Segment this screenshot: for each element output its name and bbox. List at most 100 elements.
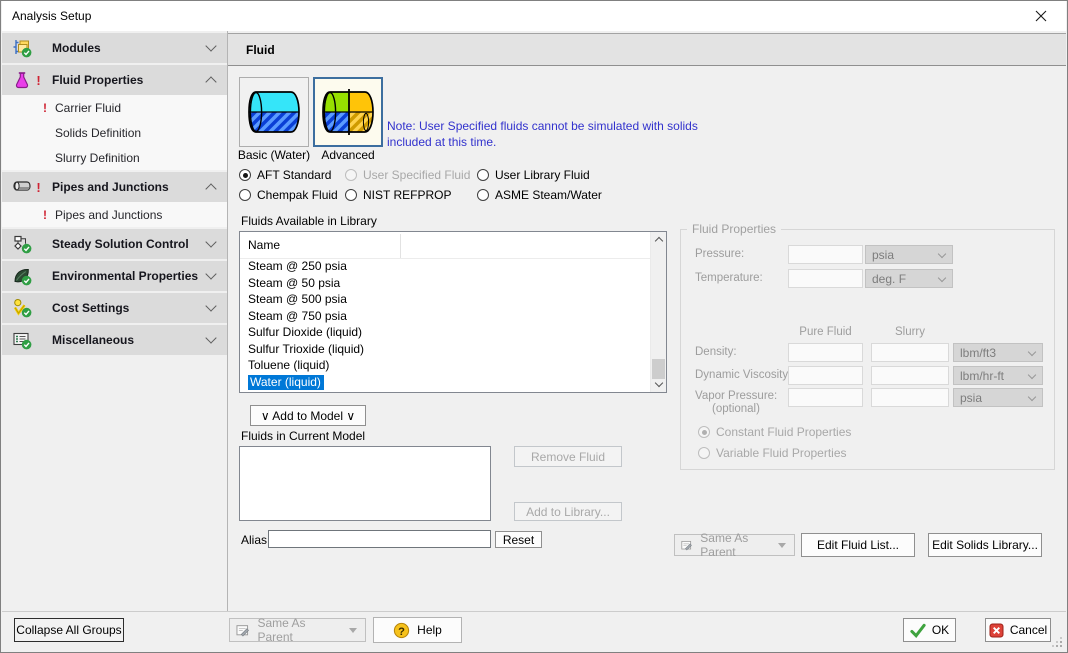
chevron-down-icon: [205, 268, 216, 279]
resize-grip[interactable]: [1060, 645, 1062, 647]
alias-input[interactable]: [268, 530, 491, 548]
list-header-name[interactable]: Name: [240, 232, 666, 258]
unit-value: psia: [960, 391, 982, 405]
chevron-down-icon: [205, 332, 216, 343]
scroll-thumb[interactable]: [652, 359, 665, 379]
density-pure-input[interactable]: [788, 343, 863, 362]
help-button[interactable]: ? Help: [373, 617, 462, 643]
vapor-unit-select[interactable]: psia: [953, 388, 1043, 407]
ok-button[interactable]: OK: [903, 618, 956, 642]
viscosity-pure-input[interactable]: [788, 366, 863, 385]
fluid-library-list: Name Steam @ 250 psia Steam @ 50 psia St…: [239, 231, 667, 393]
sidebar-group-fluid-properties[interactable]: ! Fluid Properties: [2, 65, 227, 95]
list-item[interactable]: Steam @ 500 psia: [240, 291, 666, 308]
sidebar-group-steady-solution-control[interactable]: Steady Solution Control: [2, 229, 227, 259]
sidebar-group-label: Miscellaneous: [52, 333, 134, 347]
radio-user-specified-fluid[interactable]: User Specified Fluid: [345, 168, 470, 182]
temperature-unit-select[interactable]: deg. F: [865, 269, 953, 288]
fluid-model-advanced-button[interactable]: [313, 77, 383, 147]
list-item[interactable]: Sulfur Trioxide (liquid): [240, 341, 666, 358]
pressure-input[interactable]: [788, 245, 863, 264]
list-item[interactable]: Steam @ 750 psia: [240, 308, 666, 325]
scrollbar[interactable]: [650, 232, 666, 392]
sidebar-item-slurry-definition[interactable]: Slurry Definition: [2, 145, 227, 170]
chevron-down-icon: [205, 40, 216, 51]
reset-button[interactable]: Reset: [495, 531, 542, 548]
same-as-parent-button[interactable]: Same As Parent: [674, 534, 795, 556]
radio-nist-refprop[interactable]: NIST REFPROP: [345, 188, 451, 202]
radio-constant-fluid-properties[interactable]: Constant Fluid Properties: [698, 425, 851, 439]
cancel-x-icon: [989, 623, 1004, 638]
cancel-button[interactable]: Cancel: [985, 618, 1051, 642]
window-title: Analysis Setup: [12, 9, 91, 23]
list-item[interactable]: Sulfur Dioxide (liquid): [240, 324, 666, 341]
sidebar-item-pipes-and-junctions[interactable]: ! Pipes and Junctions: [2, 202, 227, 227]
pure-fluid-column-header: Pure Fluid: [788, 326, 863, 338]
flask-icon: [12, 70, 32, 90]
radio-asme-steam-water[interactable]: ASME Steam/Water: [477, 188, 602, 202]
list-item[interactable]: Steam @ 50 psia: [240, 275, 666, 292]
unit-value: lbm/ft3: [960, 346, 996, 360]
radio-aft-standard[interactable]: AFT Standard: [239, 168, 331, 182]
help-icon: ?: [393, 622, 410, 639]
add-to-model-button[interactable]: ∨ Add to Model ∨: [250, 405, 366, 426]
analysis-setup-dialog: Analysis Setup Modules: [0, 0, 1068, 653]
add-to-library-button[interactable]: Add to Library...: [514, 502, 622, 521]
list-item-selected[interactable]: Water (liquid): [240, 374, 666, 391]
dynamic-viscosity-label: Dynamic Viscosity:: [695, 369, 791, 381]
sidebar-group-label: Pipes and Junctions: [52, 180, 169, 194]
scroll-up-button[interactable]: [651, 232, 666, 247]
close-icon: [1035, 10, 1047, 22]
radio-icon: [698, 447, 710, 459]
radio-user-library-fluid[interactable]: User Library Fluid: [477, 168, 590, 182]
density-slurry-input[interactable]: [871, 343, 949, 362]
list-item[interactable]: Steam @ 250 psia: [240, 258, 666, 275]
remove-fluid-button[interactable]: Remove Fluid: [514, 446, 622, 467]
edit-solids-library-button[interactable]: Edit Solids Library...: [928, 533, 1042, 557]
fluids-in-current-model-list[interactable]: [239, 446, 491, 521]
edit-fluid-list-button[interactable]: Edit Fluid List...: [801, 533, 915, 557]
dropdown-arrow-icon: [778, 543, 786, 548]
vapor-pure-input[interactable]: [788, 388, 863, 407]
same-as-parent-footer-button[interactable]: Same As Parent: [229, 618, 366, 642]
radio-label: Constant Fluid Properties: [716, 425, 851, 439]
sidebar-group-miscellaneous[interactable]: Miscellaneous: [2, 325, 227, 355]
pressure-unit-select[interactable]: psia: [865, 245, 953, 264]
radio-chempak-fluid[interactable]: Chempak Fluid: [239, 188, 338, 202]
sidebar-group-label: Environmental Properties: [52, 269, 198, 283]
remove-fluid-label: Remove Fluid: [531, 450, 605, 464]
fluids-in-current-model-label: Fluids in Current Model: [241, 429, 365, 443]
sidebar-group-modules[interactable]: Modules: [2, 33, 227, 63]
radio-icon: [345, 189, 357, 201]
temperature-label: Temperature:: [695, 272, 763, 284]
radio-label: Chempak Fluid: [257, 188, 338, 202]
radio-icon: [698, 426, 710, 438]
scroll-down-button[interactable]: [651, 377, 666, 392]
unit-value: psia: [872, 248, 894, 262]
density-unit-select[interactable]: lbm/ft3: [953, 343, 1043, 362]
fluid-model-basic-button[interactable]: [239, 77, 309, 147]
sidebar-group-label: Modules: [52, 41, 101, 55]
list-item[interactable]: Toluene (liquid): [240, 357, 666, 374]
vapor-slurry-input[interactable]: [871, 388, 949, 407]
viscosity-slurry-input[interactable]: [871, 366, 949, 385]
sidebar-item-carrier-fluid[interactable]: ! Carrier Fluid: [2, 95, 227, 120]
temperature-input[interactable]: [788, 269, 863, 288]
sidebar-group-cost-settings[interactable]: Cost Settings: [2, 293, 227, 323]
radio-variable-fluid-properties[interactable]: Variable Fluid Properties: [698, 446, 847, 460]
chevron-down-icon: [1028, 393, 1036, 401]
sidebar-group-environmental-properties[interactable]: Environmental Properties: [2, 261, 227, 291]
svg-text:?: ?: [398, 625, 405, 637]
pressure-label: Pressure:: [695, 248, 744, 260]
viscosity-unit-select[interactable]: lbm/hr-ft: [953, 366, 1043, 385]
sidebar-group-pipes-and-junctions[interactable]: ! Pipes and Junctions: [2, 172, 227, 202]
sidebar-item-label: Pipes and Junctions: [55, 208, 162, 222]
radio-label: User Library Fluid: [495, 168, 590, 182]
radio-icon: [239, 169, 251, 181]
warning-icon: !: [43, 101, 55, 115]
close-button[interactable]: [1026, 5, 1056, 27]
collapse-all-groups-button[interactable]: Collapse All Groups: [14, 618, 124, 642]
sidebar-item-solids-definition[interactable]: Solids Definition: [2, 120, 227, 145]
footer-bar: Collapse All Groups Same As Parent ? Hel…: [2, 611, 1066, 651]
column-divider[interactable]: [400, 234, 401, 258]
